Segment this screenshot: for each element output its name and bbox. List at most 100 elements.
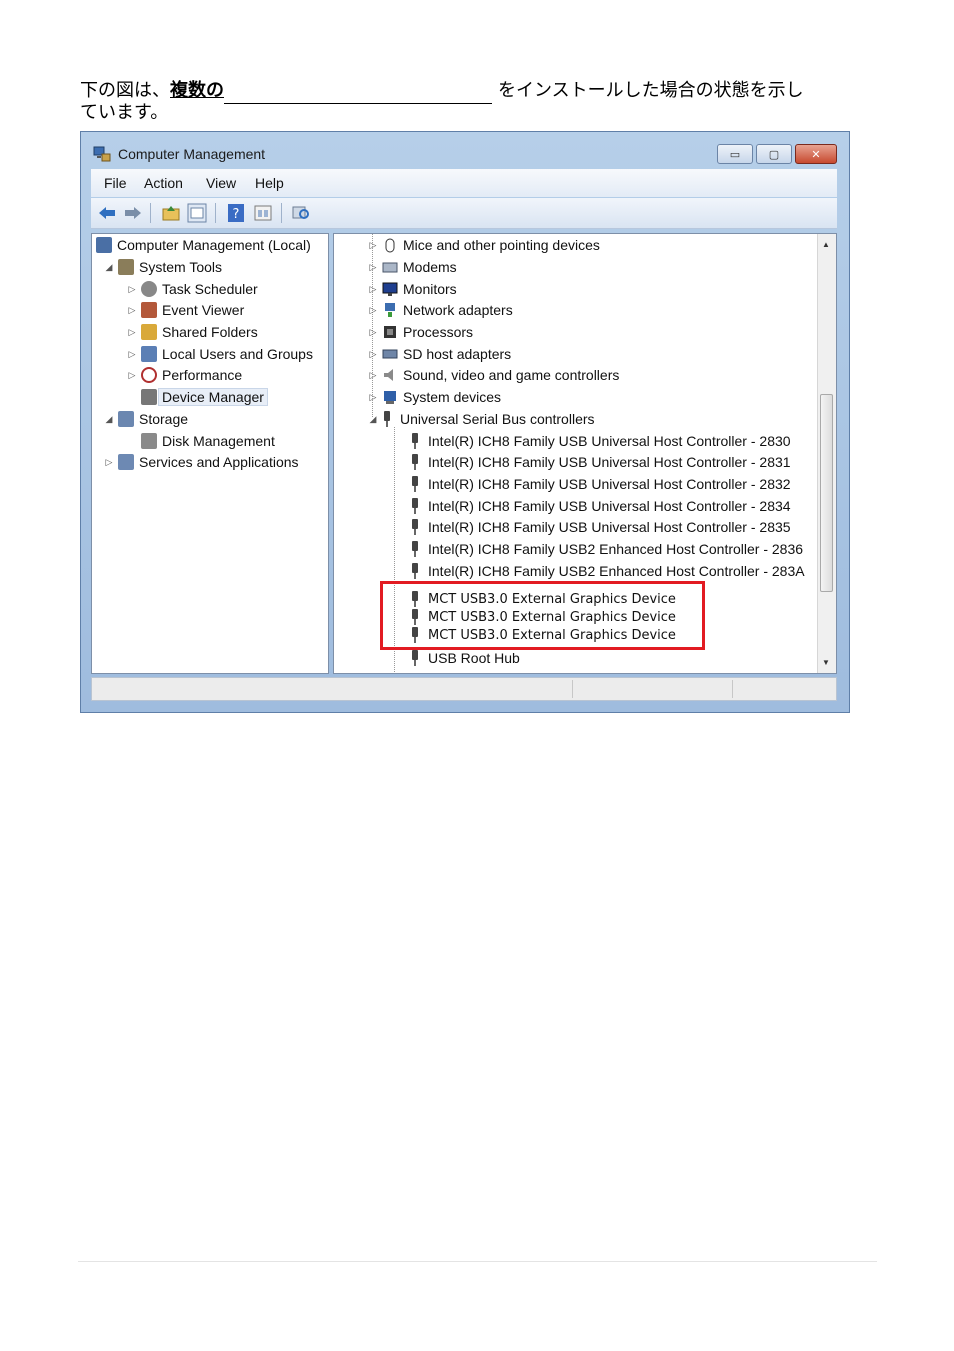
vertical-scrollbar[interactable]: ▲ ▼	[817, 234, 836, 673]
usb-icon	[410, 563, 420, 579]
tree-item-computer-management[interactable]: Computer Management (Local)	[96, 235, 311, 255]
scroll-down-arrow-icon[interactable]: ▼	[822, 658, 830, 667]
help-icon[interactable]: ?	[226, 203, 246, 223]
up-folder-icon[interactable]	[161, 203, 181, 223]
tree-item-label: Computer Management (Local)	[117, 237, 311, 253]
sd-card-icon	[382, 349, 398, 359]
clock-icon	[141, 281, 157, 297]
network-icon	[385, 303, 395, 317]
status-divider	[572, 680, 573, 698]
usb-icon	[410, 433, 420, 449]
tree-item-shared-folders[interactable]: ▷ Shared Folders	[127, 322, 258, 342]
device-category-row[interactable]: ▷ Processors	[368, 322, 474, 342]
usb-device-label: Intel(R) ICH8 Family USB Universal Host …	[428, 519, 791, 535]
device-category-label: System devices	[403, 389, 502, 405]
device-category-row[interactable]: ▷ System devices	[368, 387, 502, 407]
device-category-row[interactable]: ▷ Sound, video and game controllers	[368, 365, 620, 385]
device-category-row[interactable]: ▷ Modems	[368, 257, 457, 277]
mouse-icon	[385, 238, 395, 253]
intro-bold: 複数の	[170, 80, 224, 101]
minimize-button[interactable]: ▭	[717, 144, 753, 164]
usb-device-label: Intel(R) ICH8 Family USB2 Enhanced Host …	[428, 541, 804, 557]
device-category-label: Universal Serial Bus controllers	[400, 411, 595, 427]
tree-item-storage[interactable]: ◢ Storage	[104, 409, 188, 429]
usb-device-row[interactable]: Intel(R) ICH8 Family USB Universal Host …	[410, 431, 791, 451]
event-viewer-icon	[141, 302, 157, 318]
system-tools-icon	[118, 259, 134, 275]
computer-management-icon	[93, 146, 111, 162]
device-category-label: Processors	[403, 324, 474, 340]
tree-item-system-tools[interactable]: ◢ System Tools	[104, 257, 222, 277]
maximize-button[interactable]: ▢	[756, 144, 792, 164]
usb-device-label: Intel(R) ICH8 Family USB Universal Host …	[428, 498, 791, 514]
tree-item-label: Event Viewer	[162, 302, 245, 318]
expand-triangle-icon[interactable]: ▷	[127, 370, 137, 381]
expand-triangle-icon[interactable]: ▷	[127, 284, 137, 295]
tree-item-performance[interactable]: ▷ Performance	[127, 365, 242, 385]
usb-icon	[410, 498, 420, 514]
scroll-up-arrow-icon[interactable]: ▲	[822, 240, 830, 249]
expand-triangle-icon[interactable]: ▷	[127, 305, 137, 316]
menu-file[interactable]: File	[104, 175, 127, 191]
blank-underline	[224, 83, 492, 104]
usb-icon	[410, 519, 420, 535]
device-category-label: Monitors	[403, 281, 457, 297]
tree-item-task-scheduler[interactable]: ▷ Task Scheduler	[127, 279, 258, 299]
usb-device-row[interactable]: Intel(R) ICH8 Family USB2 Enhanced Host …	[410, 561, 805, 581]
menu-view[interactable]: View	[206, 175, 236, 191]
usb-device-row[interactable]: Intel(R) ICH8 Family USB2 Enhanced Host …	[410, 539, 803, 559]
device-category-row[interactable]: ◢ Universal Serial Bus controllers	[368, 409, 595, 429]
tree-item-label: Task Scheduler	[162, 281, 258, 297]
tree-item-device-manager[interactable]: Device Manager	[141, 387, 268, 407]
expand-triangle-icon[interactable]: ▷	[127, 327, 137, 338]
toolbar-separator	[150, 203, 151, 223]
device-category-row[interactable]: ▷ Monitors	[368, 279, 457, 299]
usb-device-row[interactable]: USB Root Hub	[410, 648, 520, 668]
scan-hardware-icon[interactable]	[291, 203, 311, 223]
usb-device-row[interactable]: Intel(R) ICH8 Family USB Universal Host …	[410, 452, 791, 472]
tree-item-services-and-applications[interactable]: ▷ Services and Applications	[104, 452, 299, 472]
tree-item-event-viewer[interactable]: ▷ Event Viewer	[127, 300, 244, 320]
collapse-triangle-icon[interactable]: ◢	[104, 414, 114, 425]
computer-management-icon	[96, 237, 112, 253]
storage-icon	[118, 411, 134, 427]
menu-help[interactable]: Help	[255, 175, 284, 191]
usb-icon	[410, 541, 420, 557]
page-divider	[78, 1261, 877, 1262]
device-category-row[interactable]: ▷ Network adapters	[368, 300, 513, 320]
intro-text: 下の図は、複数の をインストールした場合の状態を示し ています。	[80, 78, 870, 126]
shared-folders-icon	[141, 324, 157, 340]
close-button[interactable]: ✕	[795, 144, 837, 164]
title-bar[interactable]: Computer Management ▭ ▢ ✕	[81, 132, 849, 168]
tree-item-local-users-and-groups[interactable]: ▷ Local Users and Groups	[127, 344, 313, 364]
back-arrow-icon[interactable]	[97, 203, 117, 223]
device-category-label: Network adapters	[403, 302, 513, 318]
sound-icon	[384, 369, 393, 381]
device-category-label: Sound, video and game controllers	[403, 367, 620, 383]
tree-item-label: Device Manager	[158, 388, 268, 406]
menu-action[interactable]: Action	[144, 175, 183, 191]
window-title: Computer Management	[118, 146, 266, 162]
device-category-row[interactable]: ▷ SD host adapters	[368, 344, 512, 364]
scrollbar-thumb[interactable]	[820, 394, 833, 592]
toolbar: ?	[91, 198, 837, 229]
usb-device-row[interactable]: Intel(R) ICH8 Family USB Universal Host …	[410, 496, 791, 516]
usb-device-row[interactable]: Intel(R) ICH8 Family USB Universal Host …	[410, 517, 791, 537]
menu-bar: File Action View Help	[91, 169, 837, 197]
collapse-triangle-icon[interactable]: ◢	[104, 262, 114, 273]
intro-suffix: をインストールした場合の状態を示し	[498, 80, 804, 101]
device-category-row[interactable]: ▷ Mice and other pointing devices	[368, 235, 600, 255]
usb-device-row[interactable]: Intel(R) ICH8 Family USB Universal Host …	[410, 474, 791, 494]
intro-prefix: 下の図は、	[80, 80, 170, 101]
expand-triangle-icon[interactable]: ▷	[104, 457, 114, 468]
usb-device-label: Intel(R) ICH8 Family USB Universal Host …	[428, 454, 791, 470]
modem-icon	[382, 262, 398, 273]
disk-icon	[141, 433, 157, 449]
show-hide-tree-icon[interactable]	[187, 203, 207, 223]
services-icon	[118, 454, 134, 470]
performance-icon	[141, 367, 157, 383]
properties-icon[interactable]	[253, 203, 273, 223]
expand-triangle-icon[interactable]: ▷	[127, 349, 137, 360]
forward-arrow-icon[interactable]	[123, 203, 143, 223]
tree-item-disk-management[interactable]: Disk Management	[141, 431, 275, 451]
